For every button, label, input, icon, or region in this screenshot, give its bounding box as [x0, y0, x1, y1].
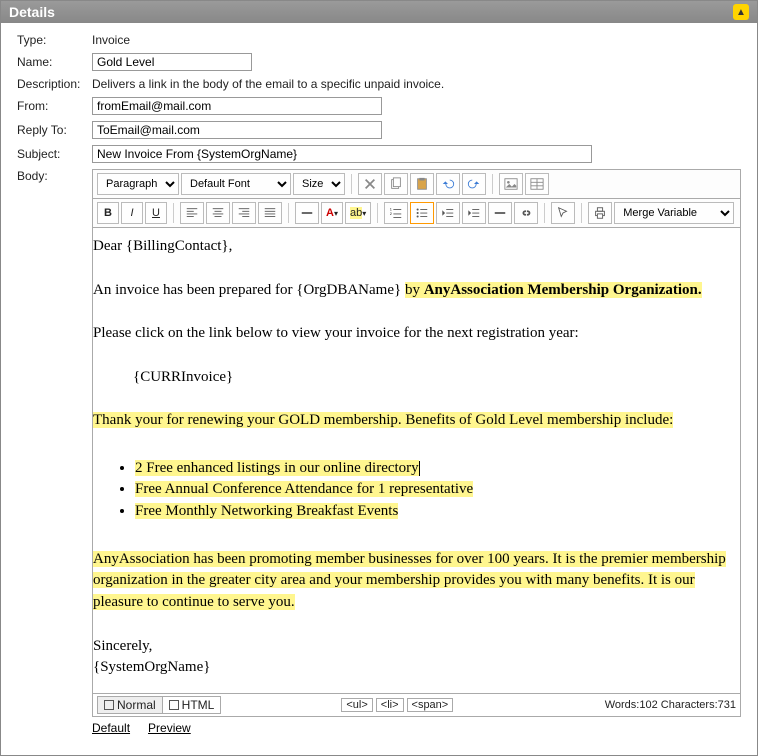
- insert-table-icon[interactable]: [525, 173, 549, 195]
- pointer-icon[interactable]: [551, 202, 575, 224]
- svg-text:1: 1: [390, 207, 392, 211]
- highlighted-text: by AnyAssociation Membership Organizatio…: [405, 282, 702, 298]
- toolbar-row-1: Paragraph Default Font Size: [93, 170, 740, 199]
- font-color-icon[interactable]: A▾: [321, 202, 343, 224]
- print-icon[interactable]: [588, 202, 612, 224]
- svg-text:2: 2: [390, 212, 392, 216]
- redo-icon[interactable]: [462, 173, 486, 195]
- html-mode-icon: [169, 700, 179, 710]
- undo-icon[interactable]: [436, 173, 460, 195]
- bottom-links: Default Preview: [92, 717, 741, 743]
- path-segment[interactable]: <ul>: [341, 698, 372, 712]
- name-field[interactable]: [92, 53, 252, 71]
- hr-icon[interactable]: [488, 202, 512, 224]
- value-type: Invoice: [92, 33, 130, 47]
- editor-footer: Normal HTML <ul> <li> <span> Words:102 C…: [93, 693, 740, 716]
- caret-cursor: [419, 461, 420, 476]
- link-icon[interactable]: [514, 202, 538, 224]
- outdent-icon[interactable]: [436, 202, 460, 224]
- row-body: Body: Paragraph Default Font Size: [17, 169, 741, 743]
- justify-icon[interactable]: [258, 202, 282, 224]
- label-body: Body:: [17, 169, 92, 183]
- rich-text-editor: Paragraph Default Font Size: [92, 169, 741, 717]
- closing-para: AnyAssociation has been promoting member…: [93, 549, 732, 614]
- greeting-line: Dear {BillingContact},: [93, 236, 732, 258]
- path-segment[interactable]: <li>: [376, 698, 404, 712]
- element-path: <ul> <li> <span>: [341, 698, 453, 712]
- indent-icon[interactable]: [462, 202, 486, 224]
- label-description: Description:: [17, 77, 92, 91]
- label-type: Type:: [17, 33, 92, 47]
- underline-button[interactable]: U: [145, 202, 167, 224]
- preview-link[interactable]: Preview: [148, 721, 191, 735]
- signoff-2: {SystemOrgName}: [93, 657, 732, 679]
- form-body: Type: Invoice Name: Description: Deliver…: [1, 23, 757, 755]
- row-subject: Subject:: [17, 145, 741, 163]
- italic-button[interactable]: I: [121, 202, 143, 224]
- align-center-icon[interactable]: [206, 202, 230, 224]
- ordered-list-icon[interactable]: 12: [384, 202, 408, 224]
- separator: [544, 203, 545, 223]
- list-item: Free Monthly Networking Breakfast Events: [135, 501, 732, 523]
- separator: [492, 174, 493, 194]
- panel-title: Details: [9, 4, 55, 20]
- collapse-icon[interactable]: ▲: [733, 4, 749, 20]
- curr-invoice-placeholder: {CURRInvoice}: [133, 367, 732, 389]
- cut-icon[interactable]: [358, 173, 382, 195]
- row-replyto: Reply To:: [17, 121, 741, 139]
- toolbar-row-2: B I U A▾ ab▾ 12: [93, 199, 740, 228]
- row-description: Description: Delivers a link in the body…: [17, 77, 741, 91]
- font-select[interactable]: Default Font: [181, 173, 291, 195]
- separator: [288, 203, 289, 223]
- list-item: Free Annual Conference Attendance for 1 …: [135, 479, 732, 501]
- size-select[interactable]: Size: [293, 173, 345, 195]
- label-name: Name:: [17, 55, 92, 69]
- signoff-1: Sincerely,: [93, 636, 732, 658]
- label-replyto: Reply To:: [17, 123, 92, 137]
- insert-image-icon[interactable]: [499, 173, 523, 195]
- unordered-list-icon[interactable]: [410, 202, 434, 224]
- row-type: Type: Invoice: [17, 33, 741, 47]
- from-field[interactable]: [92, 97, 382, 115]
- value-description: Delivers a link in the body of the email…: [92, 77, 444, 91]
- subject-field[interactable]: [92, 145, 592, 163]
- editor-wrap: Paragraph Default Font Size: [92, 169, 741, 743]
- label-subject: Subject:: [17, 147, 92, 161]
- separator: [581, 203, 582, 223]
- separator: [351, 174, 352, 194]
- tab-html[interactable]: HTML: [163, 697, 221, 713]
- separator: [377, 203, 378, 223]
- list-item: 2 Free enhanced listings in our online d…: [135, 458, 732, 480]
- copy-icon[interactable]: [384, 173, 408, 195]
- paragraph-select[interactable]: Paragraph: [97, 173, 179, 195]
- mode-tabs: Normal HTML: [97, 696, 221, 714]
- tab-normal[interactable]: Normal: [98, 697, 163, 713]
- bold-button[interactable]: B: [97, 202, 119, 224]
- normal-mode-icon: [104, 700, 114, 710]
- thank-line: Thank your for renewing your GOLD member…: [93, 410, 732, 432]
- align-right-icon[interactable]: [232, 202, 256, 224]
- separator: [173, 203, 174, 223]
- panel-header: Details ▲: [1, 1, 757, 23]
- replyto-field[interactable]: [92, 121, 382, 139]
- click-line: Please click on the link below to view y…: [93, 323, 732, 345]
- benefits-list: 2 Free enhanced listings in our online d…: [135, 458, 732, 523]
- strikethrough-icon[interactable]: [295, 202, 319, 224]
- align-left-icon[interactable]: [180, 202, 204, 224]
- paste-icon[interactable]: [410, 173, 434, 195]
- details-panel: Details ▲ Type: Invoice Name: Descriptio…: [0, 0, 758, 756]
- highlight-color-icon[interactable]: ab▾: [345, 202, 371, 224]
- default-link[interactable]: Default: [92, 721, 130, 735]
- word-char-count: Words:102 Characters:731: [605, 699, 736, 711]
- editor-content[interactable]: Dear {BillingContact}, An invoice has be…: [93, 228, 740, 693]
- merge-variable-select[interactable]: Merge Variable: [614, 202, 734, 224]
- label-from: From:: [17, 99, 92, 113]
- row-name: Name:: [17, 53, 741, 71]
- invoice-line: An invoice has been prepared for {OrgDBA…: [93, 280, 732, 302]
- row-from: From:: [17, 97, 741, 115]
- path-segment[interactable]: <span>: [407, 698, 454, 712]
